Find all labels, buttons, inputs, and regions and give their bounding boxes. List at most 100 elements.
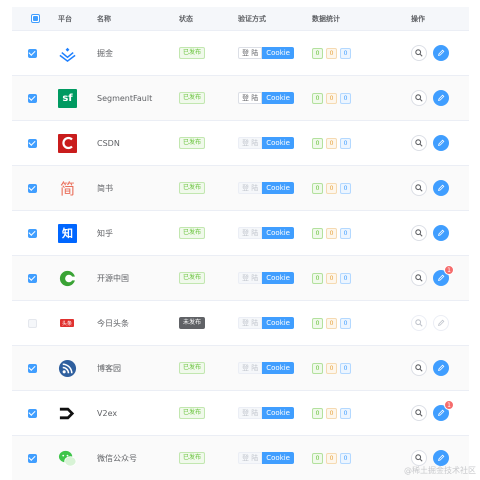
row-name: 掘金 bbox=[97, 48, 113, 58]
pen-icon bbox=[438, 454, 445, 461]
row-checkbox[interactable] bbox=[27, 273, 37, 283]
stat-comment: 0 bbox=[340, 317, 351, 329]
header-status: 状态 bbox=[179, 14, 193, 23]
row-checkbox[interactable] bbox=[27, 93, 37, 103]
search-icon bbox=[415, 184, 423, 192]
search-icon bbox=[415, 319, 423, 327]
search-icon bbox=[415, 49, 423, 57]
status-badge: 已发布 bbox=[179, 272, 206, 284]
row-checkbox[interactable] bbox=[27, 363, 37, 373]
cookie-button[interactable]: Cookie bbox=[262, 92, 294, 104]
publish-button[interactable] bbox=[433, 90, 449, 106]
stat-read: 0 bbox=[312, 317, 323, 329]
stat-like: 0 bbox=[326, 227, 337, 239]
search-button[interactable] bbox=[411, 450, 427, 466]
pen-icon bbox=[438, 94, 445, 101]
table-row: V2ex 已发布 登 陆 Cookie 0 0 0 1 bbox=[12, 391, 469, 436]
row-checkbox[interactable] bbox=[27, 138, 37, 148]
row-checkbox[interactable] bbox=[27, 318, 37, 328]
login-button[interactable]: 登 陆 bbox=[238, 47, 263, 59]
publish-button[interactable]: 1 bbox=[433, 265, 454, 286]
search-button[interactable] bbox=[411, 360, 427, 376]
status-badge: 已发布 bbox=[179, 407, 206, 419]
cookie-button[interactable]: Cookie bbox=[262, 137, 294, 149]
segmentfault-logo-icon: sf bbox=[58, 88, 77, 108]
publish-button[interactable] bbox=[433, 180, 449, 196]
cookie-button[interactable]: Cookie bbox=[262, 317, 294, 329]
search-button[interactable] bbox=[411, 405, 427, 421]
row-name: 开源中国 bbox=[97, 273, 129, 283]
cnblogs-logo-icon bbox=[58, 359, 77, 378]
search-button[interactable] bbox=[411, 270, 427, 286]
stat-comment: 0 bbox=[340, 452, 351, 464]
search-button[interactable] bbox=[411, 180, 427, 196]
row-checkbox[interactable] bbox=[27, 183, 37, 193]
login-button[interactable]: 登 陆 bbox=[238, 362, 263, 374]
cookie-button[interactable]: Cookie bbox=[262, 272, 294, 284]
row-name: 今日头条 bbox=[97, 318, 129, 328]
row-checkbox[interactable] bbox=[27, 48, 37, 58]
publish-button[interactable] bbox=[433, 45, 449, 61]
pen-icon bbox=[438, 184, 445, 191]
stat-like: 0 bbox=[326, 137, 337, 149]
publish-button[interactable] bbox=[433, 450, 449, 466]
search-icon bbox=[415, 454, 423, 462]
v2ex-logo-icon bbox=[58, 404, 77, 423]
csdn-logo-icon bbox=[58, 133, 77, 153]
status-badge: 已发布 bbox=[179, 452, 206, 464]
juejin-logo-icon bbox=[58, 44, 77, 63]
login-button[interactable]: 登 陆 bbox=[238, 407, 263, 419]
stat-comment: 0 bbox=[340, 92, 351, 104]
stat-like: 0 bbox=[326, 182, 337, 194]
publish-button[interactable]: 1 bbox=[433, 400, 454, 421]
pen-icon bbox=[438, 409, 445, 416]
stat-comment: 0 bbox=[340, 182, 351, 194]
stat-comment: 0 bbox=[340, 407, 351, 419]
login-button[interactable]: 登 陆 bbox=[238, 137, 263, 149]
cookie-button[interactable]: Cookie bbox=[262, 452, 294, 464]
search-button[interactable] bbox=[411, 90, 427, 106]
table-header: 平台 名称 状态 验证方式 数据统计 操作 bbox=[12, 7, 469, 31]
cookie-button[interactable]: Cookie bbox=[262, 47, 294, 59]
cookie-button[interactable]: Cookie bbox=[262, 407, 294, 419]
search-button[interactable] bbox=[411, 45, 427, 61]
login-button[interactable]: 登 陆 bbox=[238, 182, 263, 194]
header-checkbox-cell bbox=[12, 14, 52, 23]
login-button[interactable]: 登 陆 bbox=[238, 272, 263, 284]
status-badge: 已发布 bbox=[179, 47, 206, 59]
publish-button[interactable] bbox=[433, 360, 449, 376]
cookie-button[interactable]: Cookie bbox=[262, 362, 294, 374]
publish-button[interactable] bbox=[433, 135, 449, 151]
search-icon bbox=[415, 409, 423, 417]
publish-button[interactable] bbox=[433, 315, 449, 331]
stat-like: 0 bbox=[326, 92, 337, 104]
row-name: 简书 bbox=[97, 183, 113, 193]
search-button[interactable] bbox=[411, 315, 427, 331]
stat-read: 0 bbox=[312, 92, 323, 104]
stat-comment: 0 bbox=[340, 47, 351, 59]
stat-comment: 0 bbox=[340, 137, 351, 149]
table-row: 开源中国 已发布 登 陆 Cookie 0 0 0 1 bbox=[12, 256, 469, 301]
search-button[interactable] bbox=[411, 135, 427, 151]
row-checkbox[interactable] bbox=[27, 228, 37, 238]
select-all-checkbox[interactable] bbox=[30, 14, 40, 23]
cookie-button[interactable]: Cookie bbox=[262, 182, 294, 194]
header-stats: 数据统计 bbox=[312, 14, 340, 23]
stat-like: 0 bbox=[326, 362, 337, 374]
row-checkbox[interactable] bbox=[27, 453, 37, 463]
publish-button[interactable] bbox=[433, 225, 449, 241]
login-button[interactable]: 登 陆 bbox=[238, 452, 263, 464]
status-badge: 已发布 bbox=[179, 137, 206, 149]
login-button[interactable]: 登 陆 bbox=[238, 92, 263, 104]
search-button[interactable] bbox=[411, 225, 427, 241]
row-checkbox[interactable] bbox=[27, 408, 37, 418]
pen-icon bbox=[438, 139, 445, 146]
row-name: V2ex bbox=[97, 408, 118, 418]
header-ops: 操作 bbox=[411, 14, 425, 23]
oschina-logo-icon bbox=[58, 269, 77, 288]
login-button[interactable]: 登 陆 bbox=[238, 227, 263, 239]
cookie-button[interactable]: Cookie bbox=[262, 227, 294, 239]
login-button[interactable]: 登 陆 bbox=[238, 317, 263, 329]
zhihu-logo-icon: 知 bbox=[58, 223, 77, 243]
watermark: @稀土掘金技术社区 bbox=[404, 466, 476, 475]
